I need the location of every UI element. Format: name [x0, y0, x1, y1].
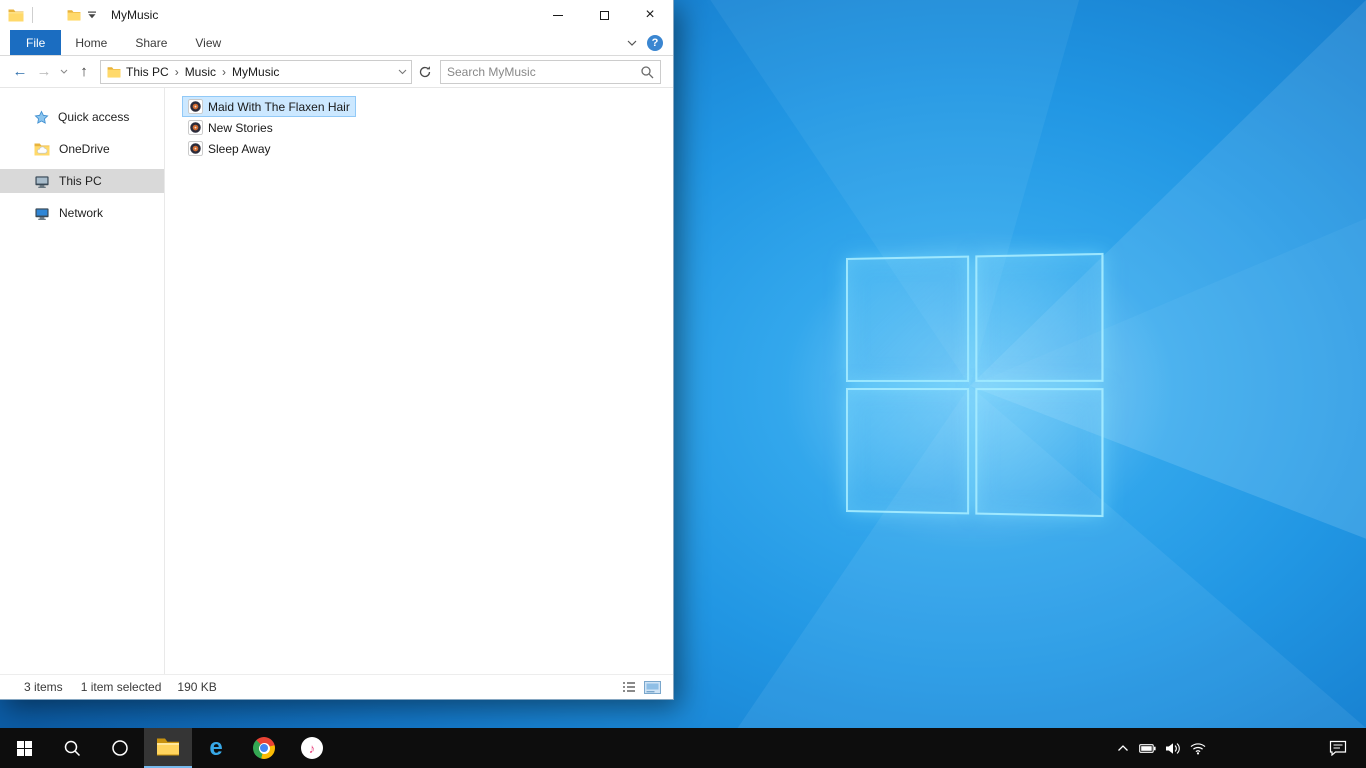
ribbon-tab-row: File Home Share View ?	[0, 30, 673, 56]
windows-logo	[846, 252, 1104, 518]
cortana-circle-icon	[111, 739, 129, 757]
search-box	[440, 59, 661, 84]
selection-status: 1 item selected	[80, 680, 162, 694]
computer-icon	[34, 174, 50, 189]
ribbon-right-controls: ?	[627, 30, 673, 55]
wifi-icon[interactable]	[1185, 728, 1210, 768]
music-file-icon	[188, 99, 203, 114]
quick-access-toolbar-separator	[32, 7, 33, 23]
file-row[interactable]: New Stories	[182, 117, 279, 138]
sidebar-item-this-pc[interactable]: This PC	[0, 169, 164, 193]
breadcrumb-this-pc[interactable]: This PC	[121, 65, 174, 79]
help-icon[interactable]: ?	[647, 34, 663, 51]
address-folder-icon	[107, 66, 121, 78]
explorer-main-area: Quick access OneDrive This PC Network Ma…	[0, 88, 673, 674]
music-file-icon	[188, 141, 203, 156]
folder-icon	[8, 8, 24, 22]
search-input[interactable]	[441, 64, 640, 79]
chrome-icon	[253, 737, 275, 759]
cortana-button[interactable]	[96, 728, 144, 768]
internet-explorer-icon: e	[209, 734, 223, 761]
close-icon: ×	[645, 6, 655, 23]
screen: MyMusic × File Home Share View ? ← → ↑ T…	[0, 0, 1366, 768]
action-center-button[interactable]	[1316, 728, 1360, 768]
file-row[interactable]: Maid With The Flaxen Hair	[182, 96, 356, 117]
itunes-icon: ♪	[301, 737, 323, 759]
navigation-pane: Quick access OneDrive This PC Network	[0, 88, 165, 674]
sidebar-item-label: Quick access	[58, 110, 130, 124]
title-bar: MyMusic ×	[0, 0, 673, 30]
star-icon	[34, 110, 49, 125]
taskbar: e ♪	[0, 728, 1366, 768]
search-icon	[640, 65, 660, 79]
items-count: 3 items	[24, 680, 63, 694]
tab-share[interactable]: Share	[121, 30, 181, 55]
quick-access-toolbar-folder-icon[interactable]	[67, 9, 81, 21]
file-explorer-icon	[156, 737, 180, 757]
search-icon	[63, 739, 81, 757]
windows-logo-pane	[846, 388, 970, 515]
tab-view[interactable]: View	[181, 30, 235, 55]
windows-start-icon	[16, 740, 32, 756]
details-view-icon[interactable]	[622, 681, 636, 693]
file-name: Maid With The Flaxen Hair	[208, 99, 350, 114]
address-bar-row: ← → ↑ This PC › Music › MyMusic	[0, 56, 673, 88]
tab-home[interactable]: Home	[61, 30, 121, 55]
file-name: New Stories	[208, 120, 273, 135]
breadcrumb-music[interactable]: Music	[180, 65, 221, 79]
close-button[interactable]: ×	[627, 0, 673, 30]
internet-explorer-button[interactable]: e	[192, 728, 240, 768]
large-icons-view-icon[interactable]	[644, 680, 661, 694]
sidebar-item-network[interactable]: Network	[0, 201, 164, 225]
maximize-button[interactable]	[581, 0, 627, 30]
sidebar-item-quick-access[interactable]: Quick access	[0, 105, 164, 129]
back-button[interactable]: ←	[8, 63, 32, 80]
tab-file[interactable]: File	[10, 30, 62, 55]
battery-icon[interactable]	[1135, 728, 1160, 768]
file-row[interactable]: Sleep Away	[182, 138, 277, 159]
view-toggles	[622, 680, 673, 694]
minimize-button[interactable]	[535, 0, 581, 30]
start-button[interactable]	[0, 728, 48, 768]
system-tray	[1110, 728, 1366, 768]
windows-logo-pane	[846, 255, 970, 382]
sidebar-item-onedrive[interactable]: OneDrive	[0, 137, 164, 161]
expand-ribbon-chevron-icon[interactable]	[627, 40, 637, 46]
network-icon	[34, 206, 50, 221]
taskbar-file-explorer-button[interactable]	[144, 728, 192, 768]
file-name: Sleep Away	[208, 141, 271, 156]
window-title: MyMusic	[111, 8, 159, 22]
minimize-icon	[553, 14, 563, 16]
volume-icon[interactable]	[1160, 728, 1185, 768]
sidebar-item-label: This PC	[59, 174, 102, 188]
up-button[interactable]: ↑	[72, 63, 96, 80]
chrome-button[interactable]	[240, 728, 288, 768]
onedrive-cloud-icon	[34, 142, 50, 156]
selection-size: 190 KB	[177, 680, 217, 694]
file-list: Maid With The Flaxen Hair New Stories Sl…	[166, 88, 673, 674]
taskbar-search-button[interactable]	[48, 728, 96, 768]
music-file-icon	[188, 120, 203, 135]
address-dropdown-chevron-icon[interactable]	[398, 69, 407, 75]
file-explorer-window: MyMusic × File Home Share View ? ← → ↑ T…	[0, 0, 674, 700]
windows-logo-pane	[975, 388, 1104, 518]
windows-logo-pane	[975, 252, 1104, 382]
status-bar: 3 items 1 item selected 190 KB	[0, 674, 673, 699]
forward-button[interactable]: →	[32, 63, 56, 80]
refresh-button[interactable]	[412, 65, 438, 79]
sidebar-item-label: OneDrive	[59, 142, 110, 156]
itunes-button[interactable]: ♪	[288, 728, 336, 768]
customize-quick-access-toolbar-icon[interactable]	[87, 11, 97, 19]
maximize-icon	[599, 10, 609, 20]
show-hidden-icons-chevron-icon[interactable]	[1110, 728, 1135, 768]
window-controls: ×	[535, 0, 673, 30]
recent-locations-chevron-icon[interactable]	[56, 69, 72, 74]
address-bar[interactable]: This PC › Music › MyMusic	[100, 59, 412, 84]
breadcrumb-mymusic[interactable]: MyMusic	[227, 65, 284, 79]
sidebar-item-label: Network	[59, 206, 104, 220]
